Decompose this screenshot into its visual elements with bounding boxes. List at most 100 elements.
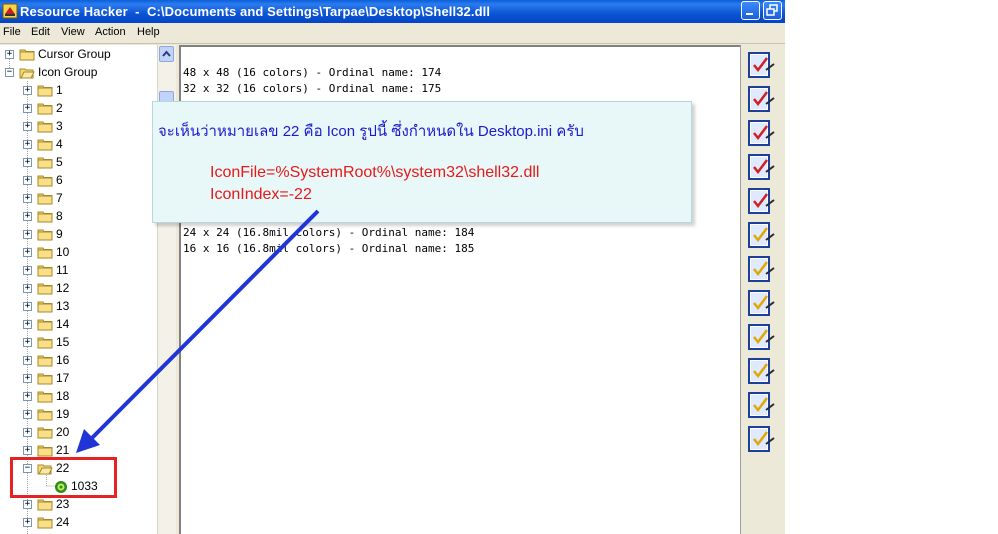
tree-item[interactable]: +6 xyxy=(0,172,157,190)
minimize-button[interactable] xyxy=(741,1,760,20)
expand-icon[interactable]: + xyxy=(23,356,32,365)
tree-item[interactable]: +20 xyxy=(0,424,157,442)
title-bar[interactable]: Resource Hacker - C:\Documents and Setti… xyxy=(0,0,785,23)
expand-icon[interactable]: + xyxy=(5,50,14,59)
highlight-box xyxy=(10,457,117,498)
restore-icon xyxy=(766,4,778,16)
expand-icon[interactable]: + xyxy=(23,86,32,95)
tree-item[interactable]: +5 xyxy=(0,154,157,172)
tree-item-label: 13 xyxy=(56,299,70,313)
expand-icon[interactable]: + xyxy=(23,428,32,437)
tree-item[interactable]: +11 xyxy=(0,262,157,280)
checklist-clipboard-icon[interactable] xyxy=(746,84,776,114)
folder-icon xyxy=(37,103,53,115)
resource-hacker-icon xyxy=(2,3,18,19)
scroll-up-button[interactable] xyxy=(159,46,174,62)
folder-icon xyxy=(37,409,53,421)
expand-icon[interactable]: + xyxy=(23,104,32,113)
expand-icon[interactable]: + xyxy=(23,446,32,455)
checklist-clipboard-icon[interactable] xyxy=(746,220,776,250)
expand-icon[interactable]: + xyxy=(23,122,32,131)
tree-item[interactable]: +24 xyxy=(0,514,157,532)
tree-item[interactable]: +3 xyxy=(0,118,157,136)
expand-icon[interactable]: + xyxy=(23,230,32,239)
tree-item[interactable]: +17 xyxy=(0,370,157,388)
expand-icon[interactable]: + xyxy=(23,392,32,401)
expand-icon[interactable]: + xyxy=(23,410,32,419)
expand-icon[interactable]: + xyxy=(23,212,32,221)
tree-item[interactable]: +13 xyxy=(0,298,157,316)
folder-icon xyxy=(37,337,53,349)
tree-item[interactable]: +23 xyxy=(0,496,157,514)
tree-item-label: 14 xyxy=(56,317,70,331)
menu-bar: File Edit View Action Help xyxy=(0,23,785,44)
window-title: Resource Hacker - C:\Documents and Setti… xyxy=(20,4,491,19)
folder-icon xyxy=(37,157,53,169)
tree-group[interactable]: + Cursor Group xyxy=(0,46,157,64)
tree-item[interactable]: +18 xyxy=(0,388,157,406)
collapse-icon[interactable]: − xyxy=(5,68,14,77)
menu-file[interactable]: File xyxy=(3,26,21,38)
expand-icon[interactable]: + xyxy=(23,320,32,329)
tree-item-label: 3 xyxy=(56,119,63,133)
expand-icon[interactable]: + xyxy=(23,158,32,167)
app-window: Resource Hacker - C:\Documents and Setti… xyxy=(0,0,785,534)
tree-item-label: 2 xyxy=(56,101,63,115)
folder-icon xyxy=(37,211,53,223)
checklist-clipboard-icon[interactable] xyxy=(746,254,776,284)
checklist-clipboard-icon[interactable] xyxy=(746,50,776,80)
expand-icon[interactable]: + xyxy=(23,338,32,347)
menu-action[interactable]: Action xyxy=(95,26,126,38)
checklist-clipboard-icon[interactable] xyxy=(746,118,776,148)
checklist-clipboard-icon[interactable] xyxy=(746,356,776,386)
tree-item[interactable]: +12 xyxy=(0,280,157,298)
callout-explanation: จะเห็นว่าหมายเลข 22 คือ Icon รูปนี้ ซึ่ง… xyxy=(158,123,584,140)
expand-icon[interactable]: + xyxy=(23,500,32,509)
checklist-clipboard-icon[interactable] xyxy=(746,288,776,318)
tree-item[interactable]: +7 xyxy=(0,190,157,208)
restore-button[interactable] xyxy=(763,1,782,20)
tree-item-label: 21 xyxy=(56,443,70,457)
tree-item-label: 18 xyxy=(56,389,70,403)
tree-item[interactable]: +10 xyxy=(0,244,157,262)
tree-item[interactable]: +19 xyxy=(0,406,157,424)
expand-icon[interactable]: + xyxy=(23,374,32,383)
checklist-clipboard-icon[interactable] xyxy=(746,186,776,216)
tree-item-label: 19 xyxy=(56,407,70,421)
checklist-clipboard-icon[interactable] xyxy=(746,390,776,420)
tree-item-label: 12 xyxy=(56,281,70,295)
resource-line: 48 x 48 (16 colors) - Ordinal name: 174 xyxy=(183,66,442,79)
expand-icon[interactable]: + xyxy=(23,266,32,275)
tree-item[interactable]: +2 xyxy=(0,100,157,118)
menu-edit[interactable]: Edit xyxy=(31,26,50,38)
expand-icon[interactable]: + xyxy=(23,194,32,203)
icon-preview-strip xyxy=(740,45,785,534)
tree-item[interactable]: +8 xyxy=(0,208,157,226)
folder-icon xyxy=(37,391,53,403)
folder-icon xyxy=(37,265,53,277)
expand-icon[interactable]: + xyxy=(23,302,32,311)
tree-item[interactable]: +1 xyxy=(0,82,157,100)
tree-item-label: 17 xyxy=(56,371,70,385)
checklist-clipboard-icon[interactable] xyxy=(746,152,776,182)
expand-icon[interactable]: + xyxy=(23,176,32,185)
tree-item-label: 9 xyxy=(56,227,63,241)
expand-icon[interactable]: + xyxy=(23,284,32,293)
tree-item[interactable]: +16 xyxy=(0,352,157,370)
tree-item[interactable]: +14 xyxy=(0,316,157,334)
tree-item[interactable]: +9 xyxy=(0,226,157,244)
folder-icon xyxy=(37,499,53,511)
expand-icon[interactable]: + xyxy=(23,140,32,149)
callout-iconindex: IconIndex=-22 xyxy=(210,186,312,203)
menu-help[interactable]: Help xyxy=(137,26,160,38)
tree-item[interactable]: +4 xyxy=(0,136,157,154)
tree-group[interactable]: − Icon Group xyxy=(0,64,157,82)
tree-item[interactable]: +15 xyxy=(0,334,157,352)
checklist-clipboard-icon[interactable] xyxy=(746,322,776,352)
menu-view[interactable]: View xyxy=(61,26,85,38)
tree-item-label: 7 xyxy=(56,191,63,205)
expand-icon[interactable]: + xyxy=(23,248,32,257)
expand-icon[interactable]: + xyxy=(23,518,32,527)
tree-item-label: 1 xyxy=(56,83,63,97)
checklist-clipboard-icon[interactable] xyxy=(746,424,776,454)
